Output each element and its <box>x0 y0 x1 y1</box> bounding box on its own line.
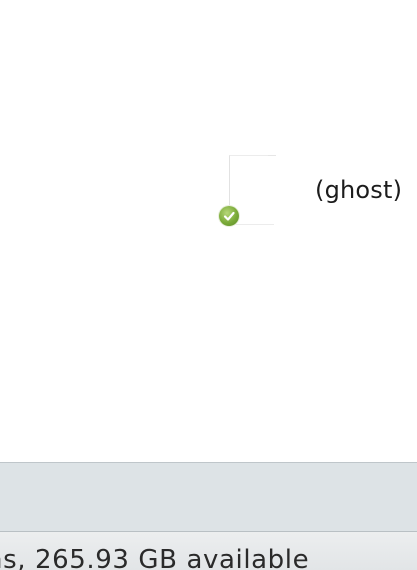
file-browser-content[interactable]: (ghost) <box>0 0 417 462</box>
status-bar: ns, 265.93 GB available <box>0 532 417 570</box>
finder-window: (ghost) ns, 265.93 GB available <box>0 0 417 570</box>
file-name-label[interactable]: (ghost) <box>315 176 402 204</box>
sync-check-icon <box>219 206 239 226</box>
checkmark-icon <box>223 211 235 221</box>
path-bar <box>0 462 417 532</box>
file-item-ghost[interactable]: (ghost) <box>215 152 417 232</box>
status-text: ns, 265.93 GB available <box>0 545 310 570</box>
